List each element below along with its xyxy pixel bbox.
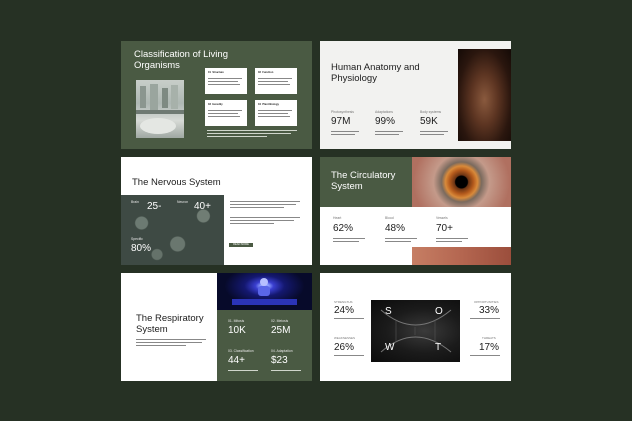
stat-value: 40+ [194, 201, 211, 212]
slide-respiratory-system[interactable]: The Respiratory System 01. Mitosis 10K 0… [121, 273, 312, 381]
stats-panel: 01. Mitosis 10K 02. Meiosis 25M 03. Clas… [217, 310, 312, 381]
stat-label: Neuron [177, 200, 189, 204]
stat-label: STRENGTHS [334, 300, 353, 304]
stat-value: 99% [375, 116, 396, 127]
human-shoulder-photo [458, 49, 511, 141]
stat-value: 59K [420, 116, 438, 127]
slide-title: The Respiratory System [136, 313, 204, 335]
stat-value: 80% [131, 243, 152, 254]
slide-swot[interactable]: S O W T STRENGTHS 24% WEAKNESSES 26% OPP… [320, 273, 511, 381]
stat-label: 02. Meiosis [271, 319, 289, 323]
lab-flask-icon [136, 84, 184, 134]
scientist-icon [232, 278, 297, 305]
stat-label: THREATS [482, 336, 496, 340]
stat-value: 44+ [228, 355, 245, 366]
lab-equipment-photo [136, 80, 184, 138]
info-box-structure: 01 Structure [205, 68, 247, 94]
stat-value: 25- [147, 201, 162, 212]
stat-label: 01. Mitosis [228, 319, 245, 323]
box-number: 01 [208, 71, 211, 74]
box-label: Heredity [212, 103, 223, 106]
stat-label: WEAKNESSES [334, 336, 356, 340]
box-number: 02 [258, 71, 261, 74]
dna-photo-panel: S O W T [371, 300, 460, 362]
read-more-button[interactable]: READ MORE [229, 243, 253, 247]
eye-bottom-photo [412, 247, 511, 265]
stat-value: 62% [333, 223, 354, 234]
stat-value: 33% [479, 305, 500, 316]
stat-label: 03. Classification [228, 349, 254, 353]
stat-value: 10K [228, 325, 246, 336]
swot-letter: O [435, 306, 443, 317]
stat-value: 48% [385, 223, 406, 234]
stat-value: 17% [479, 342, 500, 353]
info-box-heredity: 03 Heredity [205, 100, 247, 126]
stat-label: Adaptations [375, 110, 393, 114]
stat-label: Brain [131, 200, 139, 204]
slide-title: The Nervous System [132, 177, 221, 188]
stat-value: 24% [334, 305, 355, 316]
stat-label: OPPORTUNITIES [474, 300, 499, 304]
lab-scientist-photo [217, 273, 312, 310]
stat-label: Specific [131, 237, 143, 241]
box-label: Plant Biology [262, 103, 279, 106]
stat-value: 26% [334, 342, 355, 353]
swot-letter: T [435, 342, 442, 353]
slide-title: The Circulatory System [331, 170, 396, 192]
box-number: 04 [258, 103, 261, 106]
box-number: 03 [208, 103, 211, 106]
presentation-mockup: { "slides": { "s1": { "title": "Classifi… [0, 0, 632, 421]
eye-closeup-photo [412, 157, 511, 207]
stat-label: Heart [333, 216, 342, 220]
stat-label: 04. Adaptation [271, 349, 293, 353]
swot-letter: S [385, 306, 392, 317]
stat-value: 25M [271, 325, 291, 336]
info-box-plant-biology: 04 Plant Biology [255, 100, 297, 126]
swot-letter: W [385, 342, 395, 353]
stat-value: 97M [331, 116, 351, 127]
stat-label: Blood [385, 216, 394, 220]
neuron-photo-panel: Brain 25- Neuron 40+ Specific 80% [121, 195, 224, 265]
slide-nervous-system[interactable]: The Nervous System Brain 25- Neuron 40+ … [121, 157, 312, 265]
box-label: Function [262, 71, 274, 74]
slide-circulatory-system[interactable]: The Circulatory System Heart 62% Blood 4… [320, 157, 511, 265]
stat-label: Photosynthesis [331, 110, 354, 114]
slide-title: Human Anatomy and Physiology [331, 62, 420, 84]
stat-label: Vessels [436, 216, 448, 220]
box-label: Structure [212, 71, 224, 74]
slide-human-anatomy[interactable]: Human Anatomy and Physiology Photosynthe… [320, 41, 511, 149]
stat-label: Body systems [420, 110, 442, 114]
stat-value: $23 [271, 355, 288, 366]
info-box-function: 02 Function [255, 68, 297, 94]
stat-value: 70+ [436, 223, 453, 234]
slide-classification[interactable]: Classification of Living Organisms 01 St… [121, 41, 312, 149]
